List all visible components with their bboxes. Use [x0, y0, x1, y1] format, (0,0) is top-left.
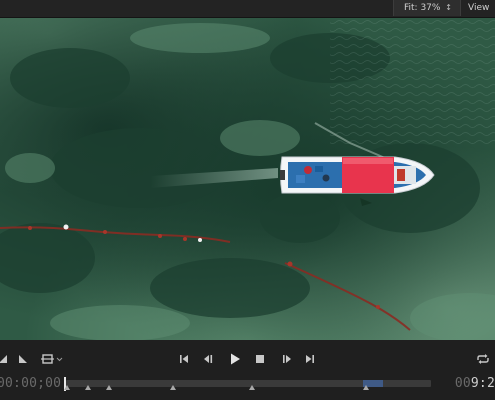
- duration-timecode-lead: 00: [454, 376, 471, 391]
- zoom-fit-dropdown[interactable]: Fit: 37% ↕: [393, 0, 461, 16]
- marker-icon[interactable]: [249, 385, 255, 390]
- zoom-fit-label: Fit: 37%: [404, 3, 441, 13]
- current-timecode[interactable]: 00:00;00: [0, 376, 61, 391]
- view-menu[interactable]: View: [468, 0, 489, 16]
- source-monitor: Fit: 37% ↕ View 00:00;00 009:2: [0, 0, 495, 400]
- step-forward-icon[interactable]: [278, 350, 296, 368]
- safe-margins-icon[interactable]: [40, 350, 64, 368]
- up-down-chevron-icon: ↕: [445, 3, 452, 12]
- monitor-top-bar: Fit: 37% ↕ View: [0, 0, 495, 18]
- video-viewport[interactable]: [0, 18, 495, 340]
- step-back-icon[interactable]: [199, 350, 217, 368]
- play-icon[interactable]: [226, 350, 244, 368]
- transport-bar: [0, 340, 495, 400]
- mark-in-icon[interactable]: [0, 350, 12, 368]
- marker-icon[interactable]: [64, 385, 70, 390]
- go-to-start-icon[interactable]: [175, 350, 193, 368]
- marker-icon[interactable]: [85, 385, 91, 390]
- video-frame: [0, 18, 495, 340]
- duration-timecode: 009:2: [455, 376, 495, 391]
- go-to-end-icon[interactable]: [301, 350, 319, 368]
- marker-icon[interactable]: [106, 385, 112, 390]
- marker-icon[interactable]: [170, 385, 176, 390]
- duration-timecode-tail: 9:2: [470, 376, 495, 391]
- boat: [280, 156, 435, 194]
- mark-out-icon[interactable]: [14, 350, 32, 368]
- stop-icon[interactable]: [251, 350, 269, 368]
- loop-icon[interactable]: [474, 350, 492, 368]
- marker-icon[interactable]: [363, 385, 369, 390]
